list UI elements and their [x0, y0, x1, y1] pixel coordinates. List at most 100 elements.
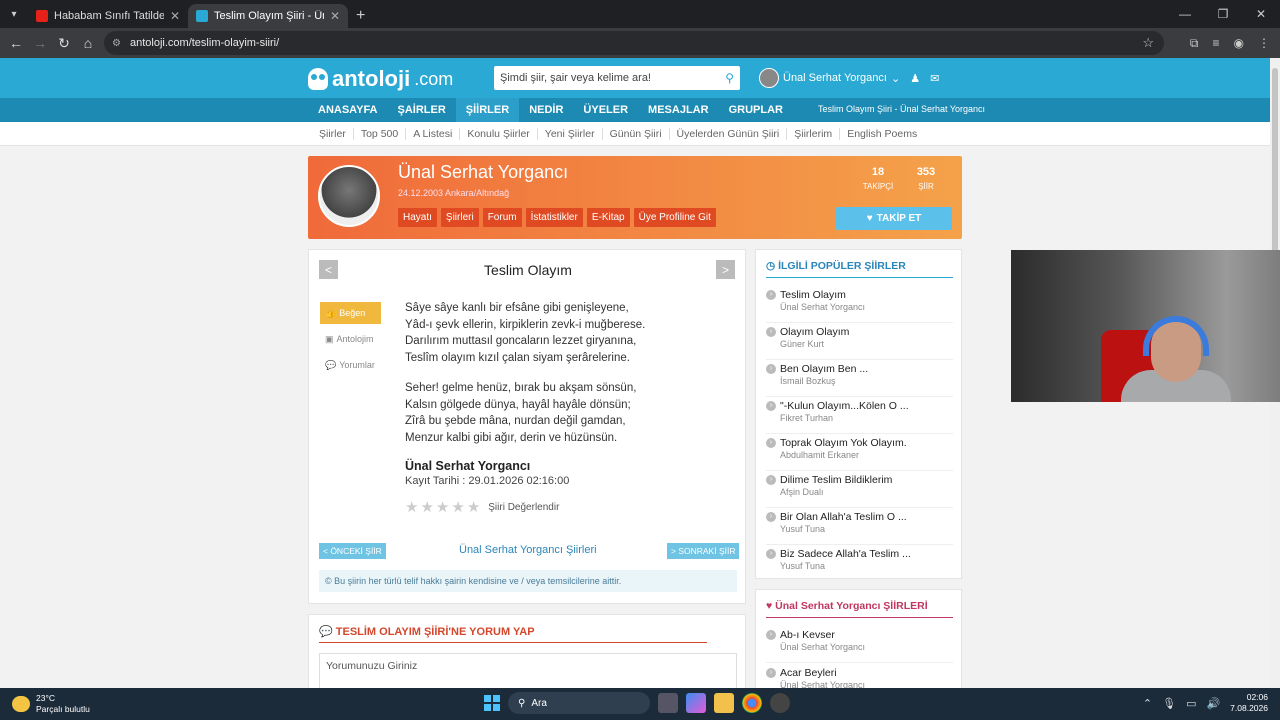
star-icon[interactable]: ★ — [467, 498, 480, 516]
comment-input[interactable]: Yorumunuzu Giriniz — [319, 653, 737, 688]
windows-start-icon[interactable] — [484, 695, 500, 711]
subnav-uyelerden[interactable]: Üyelerden Günün Şiiri — [670, 127, 788, 140]
tab-siirleri[interactable]: Şiirleri — [440, 208, 479, 227]
nav-nedir[interactable]: NEDİR — [519, 98, 573, 122]
tab-close-icon[interactable]: ✕ — [170, 9, 180, 23]
volume-icon[interactable]: 🔊 — [1206, 697, 1220, 710]
like-button[interactable]: 👍 Beğen — [320, 302, 381, 324]
list-item[interactable]: › Ben Olayım Ben ... İsmail Bozkuş — [766, 360, 953, 397]
search-icon[interactable]: ⚲ — [725, 71, 734, 85]
chevron-right-icon: › — [766, 512, 776, 522]
nav-siirler[interactable]: ŞİİRLER — [455, 98, 520, 122]
item-author: Afşin Dualı — [780, 487, 824, 497]
chrome-icon[interactable] — [742, 693, 762, 713]
list-item[interactable]: › Bir Olan Allah'a Teslim O ... Yusuf Tuna — [766, 508, 953, 545]
taskbar-search[interactable]: ⚲ Ara — [508, 692, 650, 714]
list-item[interactable]: › Olayım Olayım Güner Kurt — [766, 323, 953, 360]
reading-list-icon[interactable]: ≡ — [1213, 36, 1220, 50]
item-title: Acar Beyleri — [780, 667, 837, 679]
antolojim-button[interactable]: ▣ Antolojim — [320, 328, 381, 350]
maximize-button[interactable]: ❐ — [1204, 0, 1242, 28]
star-icon[interactable]: ★ — [436, 498, 449, 516]
extensions-icon[interactable]: ⧉ — [1190, 36, 1199, 51]
tab-hayati[interactable]: Hayatı — [398, 208, 437, 227]
home-icon[interactable]: ⌂ — [76, 35, 100, 51]
file-explorer-icon[interactable] — [714, 693, 734, 713]
steam-icon[interactable] — [770, 693, 790, 713]
list-item[interactable]: › Acar Beyleri Ünal Serhat Yorgancı — [766, 664, 953, 688]
poet-name[interactable]: Ünal Serhat Yorgancı — [398, 162, 568, 183]
menu-dots-icon[interactable]: ⋮ — [1258, 36, 1270, 50]
subnav-siirlerim[interactable]: Şiirlerim — [787, 127, 841, 140]
browser-tab-1[interactable]: Hababam Sınıfı Tatilde | Full HD ✕ — [28, 4, 188, 28]
new-tab-button[interactable]: + — [348, 4, 373, 28]
subnav-konulu[interactable]: Konulu Şiirler — [460, 127, 538, 140]
heart-icon: ♥ — [866, 213, 873, 224]
follow-button[interactable]: ♥ TAKİP ET — [836, 207, 952, 230]
subnav-english[interactable]: English Poems — [840, 128, 924, 140]
poem-rating[interactable]: ★ ★ ★ ★ ★ Şiiri Değerlendir — [405, 498, 559, 516]
weather-widget[interactable]: 23°C Parçalı bulutlu — [12, 693, 90, 715]
scrollbar-thumb[interactable] — [1272, 68, 1278, 258]
back-icon[interactable]: ← — [4, 35, 28, 51]
tab-search-button[interactable]: ▾ — [0, 0, 28, 28]
author-poems-title-text: Ünal Serhat Yorgancı ŞİİRLERİ — [775, 600, 928, 612]
subnav-top500[interactable]: Top 500 — [354, 127, 407, 140]
tab-forum[interactable]: Forum — [482, 208, 522, 227]
user-menu[interactable]: Ünal Serhat Yorgancı ⌄ ♟ ✉ — [759, 68, 939, 88]
close-window-button[interactable]: ✕ — [1242, 0, 1280, 28]
copyright-notice: © Bu şiirin her türlü telif hakkı şairin… — [319, 570, 737, 592]
subnav-siirler[interactable]: Şiirler — [312, 127, 354, 140]
chevron-right-icon: › — [766, 668, 776, 678]
site-info-icon[interactable]: ⚙ — [112, 38, 121, 49]
star-icon[interactable]: ★ — [451, 498, 464, 516]
microphone-icon[interactable]: 🎙 — [1162, 697, 1176, 710]
tab-uye-profil[interactable]: Üye Profiline Git — [633, 208, 716, 227]
subnav-gunun[interactable]: Günün Şiiri — [603, 127, 670, 140]
copilot-icon[interactable] — [686, 693, 706, 713]
list-item[interactable]: › Teslim Olayım Ünal Serhat Yorgancı — [766, 286, 953, 323]
tab-istatistikler[interactable]: İstatistikler — [525, 208, 583, 227]
star-icon[interactable]: ★ — [420, 498, 433, 516]
taskbar-center: ⚲ Ara — [484, 692, 790, 714]
nav-mesajlar[interactable]: MESAJLAR — [638, 98, 719, 122]
browser-tab-2[interactable]: Teslim Olayım Şiiri - Ünal Serhat ✕ — [188, 4, 348, 28]
star-icon[interactable]: ★ — [405, 498, 418, 516]
minimize-button[interactable]: — — [1166, 0, 1204, 28]
site-search-input[interactable]: Şimdi şiir, şair veya kelime ara! ⚲ — [494, 66, 740, 90]
chevron-up-icon[interactable]: ⌃ — [1143, 697, 1152, 710]
mail-icon[interactable]: ✉ — [930, 72, 939, 85]
subnav-yeni[interactable]: Yeni Şiirler — [538, 127, 603, 140]
list-item[interactable]: › Biz Sadece Allah'a Teslim ... Yusuf Tuna — [766, 545, 953, 582]
list-item[interactable]: › Dilime Teslim Bildiklerim Afşin Dualı — [766, 471, 953, 508]
list-item[interactable]: › Ab-ı Kevser Ünal Serhat Yorgancı — [766, 626, 953, 663]
chevron-right-icon: › — [766, 327, 776, 337]
forward-icon[interactable]: → — [28, 35, 52, 51]
tab-ekitap[interactable]: E-Kitap — [586, 208, 630, 227]
next-poem-arrow[interactable]: > — [716, 260, 735, 279]
task-view-icon[interactable] — [658, 693, 678, 713]
reload-icon[interactable]: ↻ — [52, 35, 76, 52]
follow-label: TAKİP ET — [876, 213, 922, 224]
nav-gruplar[interactable]: GRUPLAR — [719, 98, 793, 122]
comments-button[interactable]: 💬 Yorumlar — [320, 354, 381, 376]
followers-label: TAKİPÇİ — [862, 182, 894, 191]
list-item[interactable]: › "-Kulun Olayım...Kölen O ... Fikret Turh… — [766, 397, 953, 434]
author-poems-link[interactable]: Ünal Serhat Yorgancı Şiirleri — [459, 544, 597, 556]
profile-avatar-icon[interactable]: ◉ — [1234, 36, 1244, 50]
site-logo[interactable]: antoloji .com — [308, 66, 453, 92]
nav-uyeler[interactable]: ÜYELER — [573, 98, 638, 122]
tab-close-icon[interactable]: ✕ — [330, 9, 340, 23]
next-poem-button[interactable]: > SONRAKİ ŞİİR — [667, 543, 740, 559]
nav-anasayfa[interactable]: ANASAYFA — [308, 98, 388, 122]
taskbar-clock[interactable]: 02:06 7.08.2026 — [1230, 692, 1268, 714]
previous-poem-button[interactable]: < ÖNCEKİ ŞİİR — [319, 543, 386, 559]
list-item[interactable]: › Toprak Olayım Yok Olayım. Abdulhamit Erk… — [766, 434, 953, 471]
bookmark-star-icon[interactable]: ☆ — [1142, 35, 1154, 51]
users-icon[interactable]: ♟ — [910, 72, 920, 85]
display-icon[interactable]: ▭ — [1186, 697, 1196, 710]
poem-author[interactable]: Ünal Serhat Yorgancı — [405, 459, 530, 473]
address-bar[interactable]: ⚙ antoloji.com/teslim-olayim-siiri/ ☆ — [104, 31, 1164, 55]
nav-sairler[interactable]: ŞAİRLER — [388, 98, 456, 122]
subnav-a-listesi[interactable]: A Listesi — [406, 127, 461, 140]
